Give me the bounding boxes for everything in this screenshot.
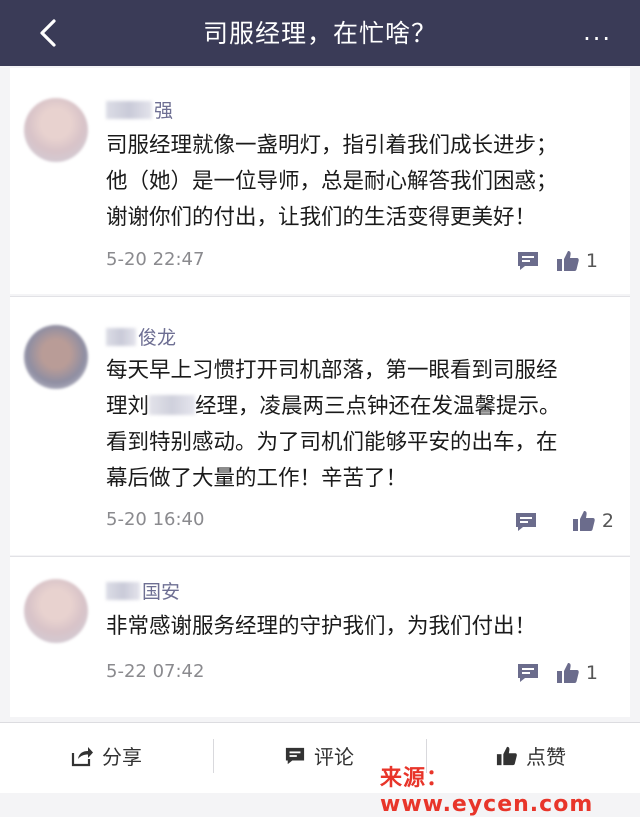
share-label: 分享 (102, 745, 142, 769)
name-blur-mask (106, 582, 140, 600)
comment-icon (285, 747, 305, 764)
avatar[interactable] (24, 325, 88, 389)
comment-button[interactable]: 评论 (284, 741, 354, 770)
name-blur-mask (106, 328, 136, 346)
comment-time: 5-22 07:42 (106, 661, 205, 682)
comment-text: 每天早上习惯打开司机部落，第一眼看到司服经 理刘 经理，凌晨两三点钟还在发温馨提示… (106, 353, 561, 497)
comment-card: 强 司服经理就像一盏明灯，指引着我们成长进步； 他（她）是一位导师，总是耐心解答… (10, 68, 630, 294)
avatar[interactable] (24, 98, 88, 162)
like-button[interactable]: 2 (572, 509, 614, 533)
author-name-suffix: 国安 (142, 581, 181, 603)
like-count: 1 (585, 250, 598, 272)
comment-card: 国安 非常感谢服务经理的守护我们，为我们付出！ 5-22 07:42 1 (10, 556, 630, 717)
author-name-suffix: 强 (154, 100, 174, 122)
source-watermark: 来源：www.eycen.com (380, 766, 594, 817)
reply-icon[interactable] (514, 511, 538, 533)
like-count: 1 (585, 662, 598, 684)
share-icon (71, 746, 93, 766)
thumbs-up-icon (556, 663, 579, 683)
name-blur-mask (106, 101, 152, 119)
author-name-suffix: 俊龙 (138, 327, 177, 349)
reply-icon[interactable] (516, 250, 540, 272)
page-title: 司服经理，在忙啥？ (202, 19, 437, 48)
comment-author[interactable]: 强 (106, 96, 173, 123)
comment-text: 司服经理就像一盏明灯，指引着我们成长进步； 他（她）是一位导师，总是耐心解答我们… (106, 133, 558, 230)
like-button[interactable]: 1 (556, 661, 598, 685)
comment-text: 非常感谢服务经理的守护我们，为我们付出！ (106, 614, 537, 639)
top-bar: 司服经理，在忙啥？ ... (0, 0, 640, 66)
comment-author[interactable]: 国安 (106, 577, 180, 604)
thumbs-up-icon (572, 511, 595, 531)
comment-card: 俊龙 每天早上习惯打开司机部落，第一眼看到司服经 理刘 经理，凌晨两三点钟还在发温… (10, 296, 630, 555)
avatar[interactable] (24, 579, 88, 643)
share-button[interactable]: 分享 (70, 741, 142, 770)
reply-icon[interactable] (516, 662, 540, 684)
comment-time: 5-20 16:40 (106, 509, 205, 530)
like-button[interactable]: 1 (556, 249, 598, 273)
thumbs-up-icon (556, 251, 579, 271)
like-count: 2 (601, 510, 614, 532)
comment-time: 5-20 22:47 (106, 249, 205, 270)
more-menu-icon[interactable]: ... (583, 18, 612, 46)
divider (213, 739, 214, 773)
comment-label: 评论 (314, 745, 354, 769)
comment-author[interactable]: 俊龙 (106, 323, 176, 350)
name-blur-mask (149, 395, 196, 415)
